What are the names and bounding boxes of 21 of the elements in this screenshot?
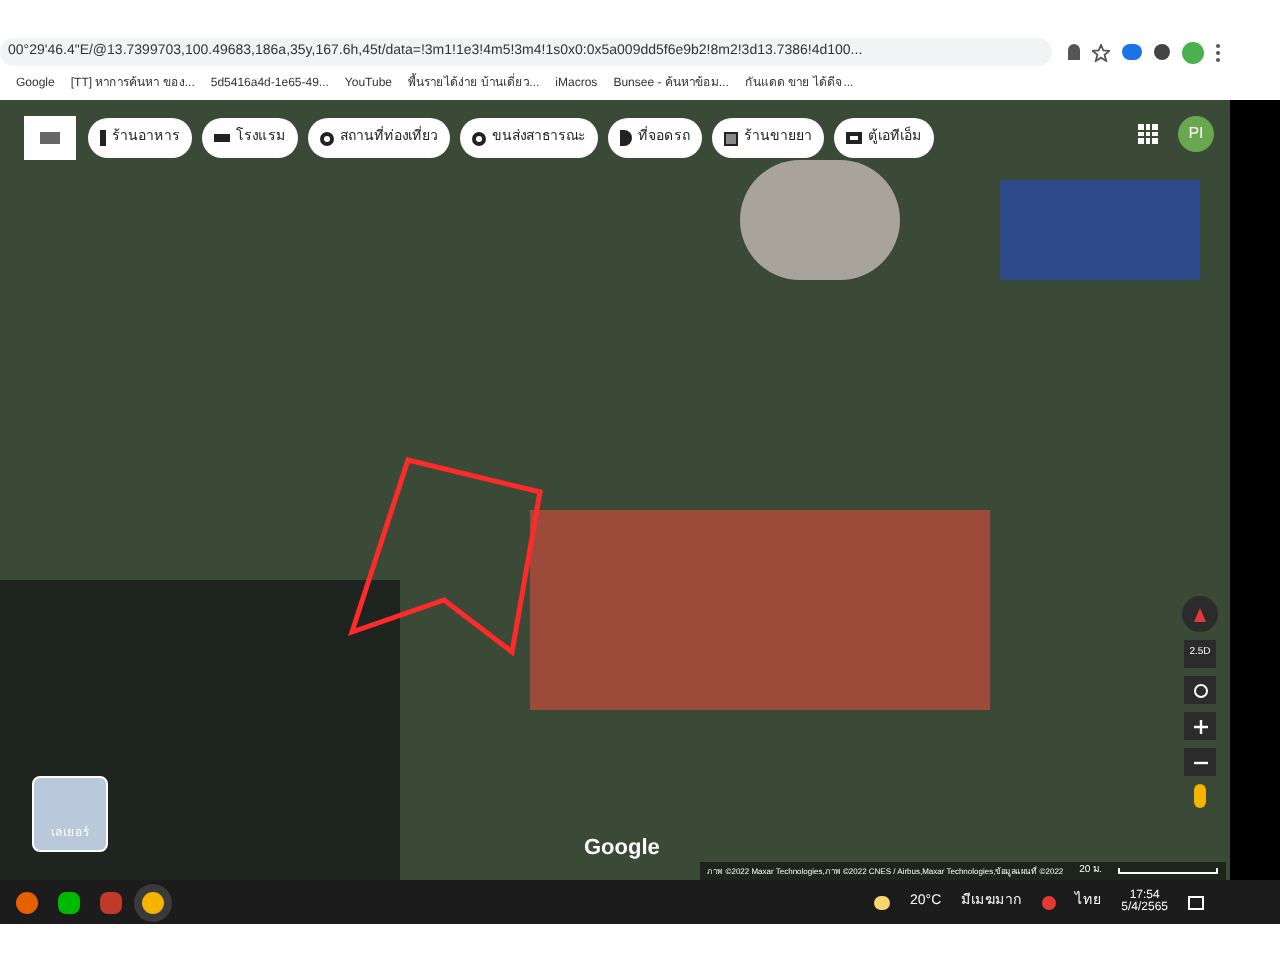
plus-icon: [1193, 719, 1207, 733]
google-logo: Google: [584, 833, 660, 863]
weather-icon[interactable]: [874, 895, 890, 909]
pegman-icon[interactable]: [1194, 784, 1206, 808]
firefox-icon[interactable]: [16, 891, 38, 913]
zoom-out-button[interactable]: [1184, 748, 1216, 776]
extension-icon[interactable]: [1122, 44, 1142, 60]
layers-toggle[interactable]: [24, 116, 76, 160]
notification-icon[interactable]: [1188, 895, 1204, 909]
chrome-icon[interactable]: [142, 891, 164, 913]
scale-bar: [1118, 868, 1218, 874]
profile-icon[interactable]: [1182, 41, 1204, 63]
zoom-in-button[interactable]: [1184, 712, 1216, 740]
utensils-icon: [100, 130, 106, 146]
chat-icon[interactable]: [58, 891, 80, 913]
rotate-icon[interactable]: [1184, 676, 1216, 704]
apps-icon[interactable]: [1138, 124, 1158, 144]
tray-icon[interactable]: [1041, 895, 1056, 909]
star-icon[interactable]: [1092, 43, 1110, 61]
location-icon[interactable]: [1068, 44, 1080, 60]
compass-icon[interactable]: [1182, 596, 1218, 632]
